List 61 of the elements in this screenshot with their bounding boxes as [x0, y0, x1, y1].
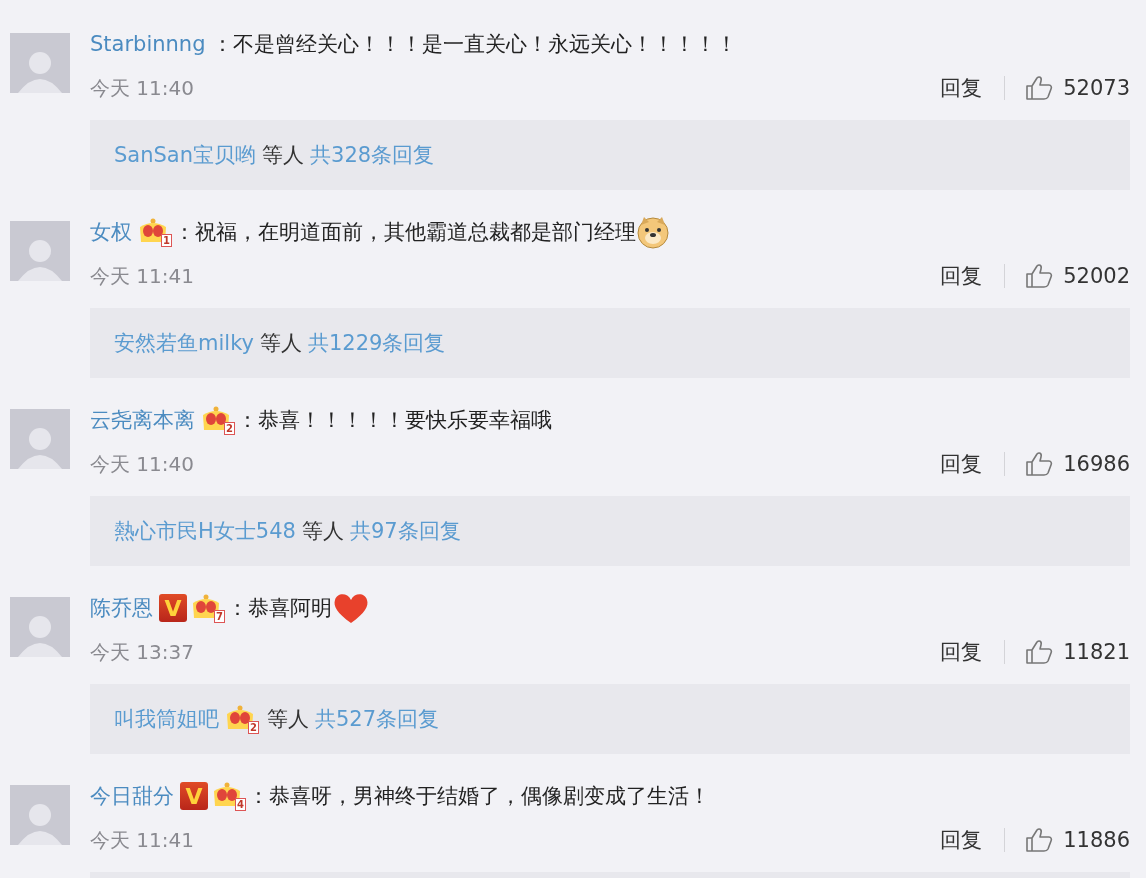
- others-label: 等人: [301, 518, 344, 545]
- thumbs-up-icon[interactable]: [1025, 639, 1054, 665]
- timestamp: 今天 11:40: [90, 450, 195, 478]
- username[interactable]: 今日甜分: [90, 782, 174, 810]
- username[interactable]: Starbinnng: [90, 32, 206, 56]
- reply-link[interactable]: 回复: [940, 826, 983, 854]
- reply-username[interactable]: 安然若鱼milky: [114, 329, 254, 357]
- username[interactable]: 陈乔恩: [90, 594, 153, 622]
- level-number: 2: [248, 721, 259, 734]
- reply-username[interactable]: 熱心市民H女士548: [114, 517, 296, 545]
- like-count: 52073: [1063, 76, 1130, 100]
- crown-icon: [191, 593, 221, 621]
- like-count: 11821: [1063, 640, 1130, 664]
- crown-icon: [138, 217, 168, 245]
- comment-text: ：恭喜！！！！！要快乐要幸福哦: [237, 407, 552, 434]
- reply-username[interactable]: 叫我筒姐吧: [114, 705, 219, 733]
- verified-badge: V: [159, 594, 187, 622]
- crown-icon: [201, 405, 231, 433]
- others-label: 等人: [267, 706, 309, 733]
- avatar: [10, 597, 70, 657]
- replies-count-link[interactable]: 共328条回复: [310, 141, 435, 169]
- thumbs-up-icon[interactable]: [1025, 827, 1054, 853]
- timestamp: 今天 11:41: [90, 826, 195, 854]
- replies-count-link[interactable]: 共97条回复: [349, 517, 461, 545]
- crown-icon: [225, 704, 255, 732]
- heart-icon: [332, 591, 370, 625]
- level-number: 4: [235, 798, 246, 811]
- reply-link[interactable]: 回复: [940, 638, 983, 666]
- like-count: 52002: [1063, 264, 1130, 288]
- timestamp: 今天 11:40: [90, 74, 195, 102]
- level-number: 7: [214, 610, 225, 623]
- username[interactable]: 云尧离本离: [90, 406, 195, 434]
- comment-text: ：祝福，在明道面前，其他霸道总裁都是部门经理: [174, 219, 636, 246]
- reply-username[interactable]: SanSan宝贝哟: [114, 141, 257, 169]
- thumbs-up-icon[interactable]: [1025, 451, 1054, 477]
- avatar: [10, 33, 70, 93]
- avatar: [10, 785, 70, 845]
- comment-text: ：不是曾经关心！！！是一直关心！永远关心！！！！！: [211, 31, 737, 58]
- username[interactable]: 女权: [90, 218, 132, 246]
- like-count: 16986: [1063, 452, 1130, 476]
- crown-icon: [212, 781, 242, 809]
- reply-link[interactable]: 回复: [940, 74, 983, 102]
- timestamp: 今天 11:41: [90, 262, 195, 290]
- timestamp: 今天 13:37: [90, 638, 195, 666]
- others-label: 等人: [259, 330, 302, 357]
- level-number: 2: [224, 422, 235, 435]
- thumbs-up-icon[interactable]: [1025, 263, 1054, 289]
- thumbs-up-icon[interactable]: [1025, 75, 1054, 101]
- avatar: [10, 221, 70, 281]
- reply-link[interactable]: 回复: [940, 450, 983, 478]
- like-count: 11886: [1063, 828, 1130, 852]
- replies-count-link[interactable]: 共527条回复: [315, 705, 440, 733]
- comment-text: ：恭喜呀，男神终于结婚了，偶像剧变成了生活！: [248, 783, 710, 810]
- verified-badge: V: [180, 782, 208, 810]
- avatar: [10, 409, 70, 469]
- reply-link[interactable]: 回复: [940, 262, 983, 290]
- dog-emoji-icon: [636, 215, 670, 249]
- replies-count-link[interactable]: 共1229条回复: [307, 329, 446, 357]
- others-label: 等人: [262, 142, 305, 169]
- level-number: 1: [161, 234, 172, 247]
- comment-text: ：恭喜阿明: [227, 595, 332, 622]
